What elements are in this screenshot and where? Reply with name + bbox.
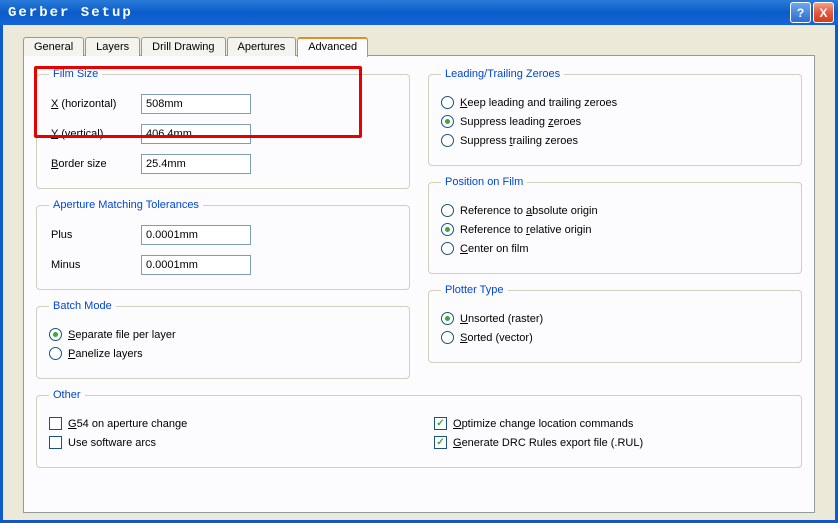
help-button[interactable]: ? [790, 2, 811, 23]
group-other: Other G54 on aperture change Use softwar… [36, 389, 802, 468]
check-row-optimize[interactable]: Optimize change location commands [434, 417, 789, 430]
input-plus[interactable] [141, 225, 251, 245]
label-y-vertical: Y (vertical) [51, 128, 141, 140]
radio-row-keep[interactable]: Keep leading and trailing zeroes [441, 96, 789, 109]
group-batch-mode: Batch Mode Separate file per layer Panel… [36, 300, 410, 379]
legend-other: Other [49, 389, 85, 401]
titlebar[interactable]: Gerber Setup ? X [0, 0, 838, 25]
tab-drill-drawing[interactable]: Drill Drawing [141, 37, 225, 56]
tab-layers[interactable]: Layers [85, 37, 140, 56]
label-unsorted: Unsorted (raster) [460, 313, 543, 325]
label-optimize: Optimize change location commands [453, 418, 633, 430]
radio-row-center[interactable]: Center on film [441, 242, 789, 255]
radio-keep-zeroes[interactable] [441, 96, 454, 109]
legend-plotter: Plotter Type [441, 284, 508, 296]
label-keep-zeroes: Keep leading and trailing zeroes [460, 97, 617, 109]
radio-row-separate[interactable]: Separate file per layer [49, 328, 397, 341]
radio-absolute-origin[interactable] [441, 204, 454, 217]
group-zeroes: Leading/Trailing Zeroes Keep leading and… [428, 68, 802, 166]
input-border-size[interactable] [141, 154, 251, 174]
radio-row-suppress-leading[interactable]: Suppress leading zeroes [441, 115, 789, 128]
label-panelize: Panelize layers [68, 348, 143, 360]
tab-page: Film Size X (horizontal) Y (vertical) Bo… [23, 55, 815, 513]
radio-sorted[interactable] [441, 331, 454, 344]
dialog-window: Gerber Setup ? X General Layers Drill Dr… [0, 0, 838, 523]
label-minus: Minus [51, 259, 141, 271]
radio-suppress-leading[interactable] [441, 115, 454, 128]
group-aperture-tolerances: Aperture Matching Tolerances Plus Minus [36, 199, 410, 290]
label-x-horizontal: X (horizontal) [51, 98, 141, 110]
radio-suppress-trailing[interactable] [441, 134, 454, 147]
check-row-g54[interactable]: G54 on aperture change [49, 417, 404, 430]
tab-advanced[interactable]: Advanced [297, 37, 368, 57]
radio-center-film[interactable] [441, 242, 454, 255]
radio-row-sorted[interactable]: Sorted (vector) [441, 331, 789, 344]
radio-row-abs[interactable]: Reference to absolute origin [441, 204, 789, 217]
legend-aperture-tol: Aperture Matching Tolerances [49, 199, 203, 211]
label-relative-origin: Reference to relative origin [460, 224, 591, 236]
group-position: Position on Film Reference to absolute o… [428, 176, 802, 274]
legend-zeroes: Leading/Trailing Zeroes [441, 68, 564, 80]
radio-separate-file[interactable] [49, 328, 62, 341]
group-film-size: Film Size X (horizontal) Y (vertical) Bo… [36, 68, 410, 189]
group-plotter-type: Plotter Type Unsorted (raster) Sorted (v… [428, 284, 802, 363]
radio-row-rel[interactable]: Reference to relative origin [441, 223, 789, 236]
input-x-horizontal[interactable] [141, 94, 251, 114]
label-g54: G54 on aperture change [68, 418, 187, 430]
client-area: General Layers Drill Drawing Apertures A… [0, 25, 838, 523]
checkbox-software-arcs[interactable] [49, 436, 62, 449]
label-plus: Plus [51, 229, 141, 241]
label-software-arcs: Use software arcs [68, 437, 156, 449]
checkbox-g54[interactable] [49, 417, 62, 430]
window-title: Gerber Setup [8, 5, 790, 21]
label-suppress-leading: Suppress leading zeroes [460, 116, 581, 128]
radio-unsorted[interactable] [441, 312, 454, 325]
checkbox-drc[interactable] [434, 436, 447, 449]
legend-film-size: Film Size [49, 68, 102, 80]
radio-panelize[interactable] [49, 347, 62, 360]
check-row-software-arcs[interactable]: Use software arcs [49, 436, 404, 449]
radio-row-panelize[interactable]: Panelize layers [49, 347, 397, 360]
label-absolute-origin: Reference to absolute origin [460, 205, 598, 217]
radio-relative-origin[interactable] [441, 223, 454, 236]
checkbox-optimize[interactable] [434, 417, 447, 430]
input-y-vertical[interactable] [141, 124, 251, 144]
legend-position: Position on Film [441, 176, 527, 188]
label-drc: Generate DRC Rules export file (.RUL) [453, 437, 643, 449]
radio-row-unsorted[interactable]: Unsorted (raster) [441, 312, 789, 325]
tab-general[interactable]: General [23, 37, 84, 56]
label-sorted: Sorted (vector) [460, 332, 533, 344]
close-button[interactable]: X [813, 2, 834, 23]
check-row-drc[interactable]: Generate DRC Rules export file (.RUL) [434, 436, 789, 449]
input-minus[interactable] [141, 255, 251, 275]
radio-row-suppress-trailing[interactable]: Suppress trailing zeroes [441, 134, 789, 147]
label-border-size: Border size [51, 158, 141, 170]
label-separate-file: Separate file per layer [68, 329, 176, 341]
label-suppress-trailing: Suppress trailing zeroes [460, 135, 578, 147]
tab-strip: General Layers Drill Drawing Apertures A… [23, 37, 815, 56]
legend-batch-mode: Batch Mode [49, 300, 116, 312]
label-center-film: Center on film [460, 243, 528, 255]
tab-apertures[interactable]: Apertures [227, 37, 297, 56]
